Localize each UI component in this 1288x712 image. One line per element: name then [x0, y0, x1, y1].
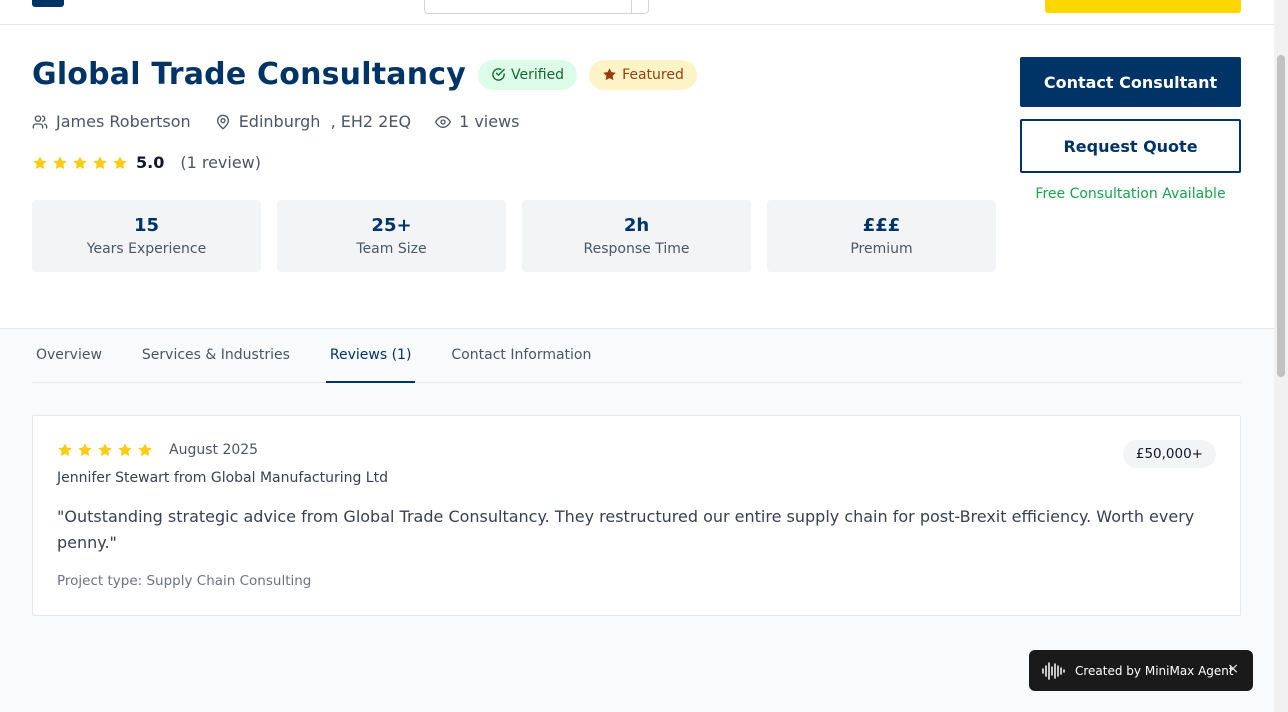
stat-years-experience: 15 Years Experience [32, 200, 261, 272]
tab-contact-information[interactable]: Contact Information [447, 329, 595, 383]
nav-cta-button[interactable] [1045, 0, 1241, 13]
actions-panel: Contact Consultant Request Quote Free Co… [1020, 57, 1241, 202]
stat-label: Years Experience [86, 241, 207, 257]
contact-person: James Robertson [32, 112, 191, 131]
stat-team-size: 25+ Team Size [277, 200, 506, 272]
views-count: 1 views [459, 112, 520, 131]
stat-value: 25+ [371, 215, 412, 236]
tab-bar: Overview Services & Industries Reviews (… [32, 329, 1241, 383]
views: 1 views [435, 112, 520, 131]
search-divider [631, 0, 632, 13]
featured-badge: Featured [589, 59, 697, 90]
star-icon [58, 443, 72, 457]
check-circle-icon [492, 68, 505, 81]
rating-value: 5.0 [136, 153, 165, 172]
top-navigation [0, 0, 1274, 25]
verified-label: Verified [511, 66, 565, 83]
created-by-badge[interactable]: Created by MiniMax Agent × [1029, 650, 1253, 691]
meta-row: James Robertson Edinburgh , EH2 2EQ 1 vi… [32, 112, 544, 131]
map-pin-icon [216, 114, 229, 129]
stat-value: 15 [133, 215, 160, 236]
scrollbar-thumb[interactable] [1277, 55, 1285, 377]
stat-label: Premium [850, 241, 913, 257]
consultant-header: Global Trade Consultancy Verified Featur… [0, 25, 1274, 329]
featured-label: Featured [622, 66, 684, 83]
star-icon [73, 155, 87, 169]
tab-reviews[interactable]: Reviews (1) [325, 329, 416, 383]
close-icon[interactable]: × [1227, 661, 1239, 677]
logo[interactable] [32, 0, 64, 7]
review-card: August 2025 Jennifer Stewart from Global… [32, 415, 1241, 616]
stat-pricing: £££ Premium [767, 200, 996, 272]
vertical-scrollbar[interactable] [1274, 0, 1288, 712]
stat-label: Response Time [583, 241, 690, 257]
rating-row: 5.0 (1 review) [32, 153, 261, 172]
star-icon [53, 155, 67, 169]
verified-badge: Verified [478, 59, 578, 90]
star-icon [98, 443, 112, 457]
star-icon [78, 443, 92, 457]
eye-icon [435, 115, 452, 128]
review-project-type: Project type: Supply Chain Consulting [57, 573, 312, 589]
waveform-icon [1042, 661, 1065, 680]
request-quote-button[interactable]: Request Quote [1020, 119, 1241, 173]
review-date: August 2025 [169, 442, 259, 458]
star-icon [138, 443, 152, 457]
rating-stars [32, 155, 128, 171]
review-header: August 2025 [57, 442, 258, 458]
tab-overview[interactable]: Overview [32, 329, 106, 383]
created-by-text: Created by MiniMax Agent [1075, 663, 1234, 678]
stat-value: 2h [623, 215, 650, 236]
stats-grid: 15 Years Experience 25+ Team Size 2h Res… [32, 200, 996, 272]
stat-label: Team Size [356, 241, 427, 257]
users-icon [32, 114, 48, 129]
tab-services-industries[interactable]: Services & Industries [138, 329, 294, 383]
review-text: "Outstanding strategic advice from Globa… [57, 507, 1195, 552]
star-icon [603, 68, 616, 81]
free-consultation-note: Free Consultation Available [1035, 186, 1226, 202]
review-stars [57, 442, 153, 458]
star-icon [93, 155, 107, 169]
star-icon [33, 155, 47, 169]
stat-value: £££ [862, 215, 901, 236]
title-row: Global Trade Consultancy Verified Featur… [32, 57, 697, 92]
page-title: Global Trade Consultancy [32, 57, 466, 92]
star-icon [113, 155, 127, 169]
stat-response-time: 2h Response Time [522, 200, 751, 272]
search-input[interactable] [424, 0, 649, 14]
star-icon [118, 443, 132, 457]
review-author: Jennifer Stewart from Global Manufacturi… [57, 470, 388, 486]
location: Edinburgh , EH2 2EQ [215, 112, 411, 131]
contact-consultant-button[interactable]: Contact Consultant [1020, 57, 1241, 107]
location-text: Edinburgh , EH2 2EQ [238, 112, 412, 131]
budget-badge: £50,000+ [1122, 440, 1216, 468]
review-count[interactable]: (1 review) [180, 153, 261, 172]
contact-person-name: James Robertson [56, 112, 191, 131]
